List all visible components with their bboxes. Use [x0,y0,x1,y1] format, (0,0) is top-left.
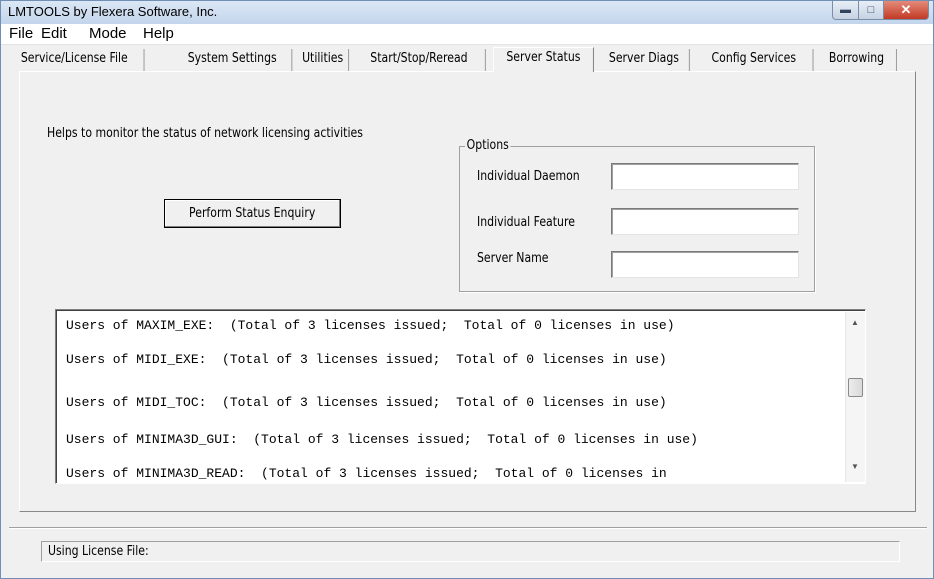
options-group-label: Options [465,138,511,153]
tab-server-diags[interactable]: Server Diags [599,49,690,71]
close-button[interactable]: ✕ [883,1,929,20]
menu-edit[interactable]: Edit [41,25,67,42]
minimize-button[interactable]: ▬ [832,1,859,20]
server-name-input[interactable] [611,251,799,278]
window-title: LMTOOLS by Flexera Software, Inc. [8,4,218,19]
output-scrollbar[interactable]: ▲ ▼ [845,312,865,482]
status-separator [9,527,927,529]
maximize-icon: □ [867,4,875,16]
scroll-down-arrow-icon[interactable]: ▼ [851,462,859,471]
tab-service-license-file[interactable]: Service/License File [5,49,145,71]
tab-strip: Service/License File System Settings Uti… [1,45,933,72]
output-line: Users of MAXIM_EXE: (Total of 3 licenses… [66,318,675,333]
individual-daemon-input[interactable] [611,163,799,190]
lmtools-window: LMTOOLS by Flexera Software, Inc. ▬ □ ✕ … [0,0,934,579]
scroll-up-arrow-icon[interactable]: ▲ [851,318,859,327]
tab-borrowing[interactable]: Borrowing [817,49,897,71]
status-bar: Using License File: [41,541,900,562]
menu-mode[interactable]: Mode [89,25,127,42]
tab-server-status[interactable]: Server Status [493,47,594,72]
output-line: Users of MINIMA3D_GUI: (Total of 3 licen… [66,432,698,447]
scrollbar-thumb[interactable] [848,378,863,397]
status-text: Using License File: [48,544,149,559]
menu-file[interactable]: File [9,25,33,42]
output-line: Users of MINIMA3D_READ: (Total of 3 lice… [66,466,667,481]
close-icon: ✕ [900,2,912,17]
individual-feature-label: Individual Feature [477,215,575,230]
perform-status-enquiry-label: Perform Status Enquiry [189,206,316,221]
tab-system-settings[interactable]: System Settings [173,49,293,71]
maximize-button[interactable]: □ [858,1,884,20]
minimize-icon: ▬ [840,4,851,16]
tab-start-stop-reread[interactable]: Start/Stop/Reread [353,49,486,71]
perform-status-enquiry-button[interactable]: Perform Status Enquiry [164,199,341,228]
individual-feature-input[interactable] [611,208,799,235]
title-bar[interactable]: LMTOOLS by Flexera Software, Inc. ▬ □ ✕ [1,1,933,24]
menu-bar: File Edit Mode Help [1,24,933,45]
status-output-list[interactable]: Users of MAXIM_EXE: (Total of 3 licenses… [55,309,866,484]
menu-help[interactable]: Help [143,25,174,42]
server-name-label: Server Name [477,251,549,266]
individual-daemon-label: Individual Daemon [477,169,580,184]
help-text: Helps to monitor the status of network l… [47,126,363,141]
tab-utilities[interactable]: Utilities [297,49,350,71]
tab-config-services[interactable]: Config Services [695,49,814,71]
output-line: Users of MIDI_EXE: (Total of 3 licenses … [66,352,667,367]
output-line: Users of MIDI_TOC: (Total of 3 licenses … [66,395,667,410]
